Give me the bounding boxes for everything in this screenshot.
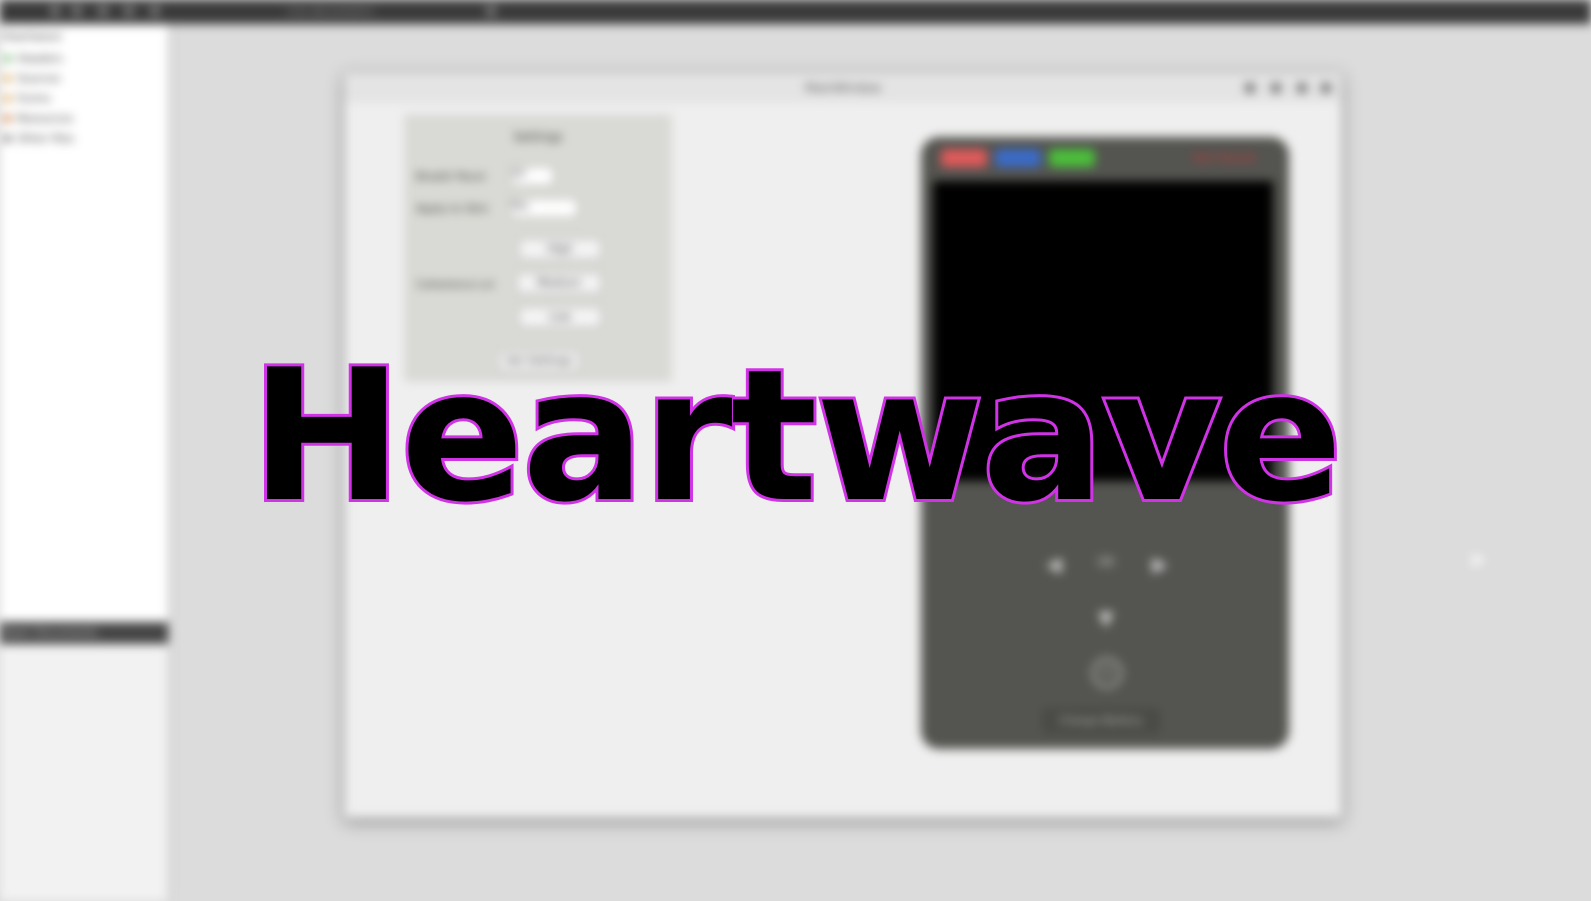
project-item-label: Forms <box>17 92 51 105</box>
toolbar-forward-icon[interactable] <box>72 6 82 16</box>
breath-pacer-spinbox[interactable]: 10 <box>510 166 554 186</box>
settings-title: Settings <box>513 130 563 144</box>
apply-combobox[interactable]: Yes <box>510 198 578 218</box>
coherence-low-button[interactable]: Low <box>518 306 602 328</box>
current-document-label: <no document> <box>285 5 377 18</box>
project-tree-pane: Heartwave Headers Sources Forms Resource… <box>0 24 168 624</box>
project-item-other-files[interactable]: Other files <box>4 132 74 146</box>
toolbar-back-icon[interactable] <box>50 6 60 16</box>
charge-battery-button[interactable]: Charge Battery <box>1043 709 1159 733</box>
folder-icon <box>4 75 11 82</box>
folder-icon <box>4 55 11 62</box>
window-title: MainWindow <box>805 81 881 95</box>
project-item-label: Headers <box>17 52 63 65</box>
coherence-label: Coherence Lvl <box>416 278 495 291</box>
window-maximize-icon[interactable] <box>1297 83 1307 93</box>
mouse-cursor-icon: ➤ <box>1468 548 1487 573</box>
pairing-status: Not Paired <box>1193 151 1255 165</box>
open-documents-header: Open Documents <box>0 622 170 644</box>
power-icon[interactable]: ⏻ <box>1092 658 1122 688</box>
open-documents-label: Open Documents <box>2 626 98 639</box>
ok-button[interactable]: OK <box>1093 555 1119 575</box>
project-item-forms[interactable]: Forms <box>4 92 50 106</box>
coherence-medium-button[interactable]: Medium <box>516 272 602 294</box>
green-button[interactable] <box>1049 149 1095 167</box>
project-item-label: Other files <box>17 132 75 145</box>
toolbar-lock-icon[interactable] <box>124 6 134 16</box>
down-arrow-icon[interactable]: ▼ <box>1093 605 1119 631</box>
project-item-resources[interactable]: Resources <box>4 112 73 126</box>
left-arrow-icon[interactable]: ◀ <box>1041 551 1067 577</box>
project-item-sources[interactable]: Sources <box>4 72 61 86</box>
right-arrow-icon[interactable]: ▶ <box>1147 551 1173 577</box>
window-close-icon[interactable] <box>1321 83 1331 93</box>
coherence-high-button[interactable]: High <box>518 238 602 260</box>
apply-label: Apply to Skin <box>416 202 489 215</box>
folder-icon <box>4 95 11 102</box>
project-item-label: Resources <box>17 112 74 125</box>
heartwave-title-overlay: Heartwave <box>247 330 1345 542</box>
toolbar-close-icon[interactable] <box>486 6 496 16</box>
window-titlebar[interactable]: MainWindow <box>345 73 1341 103</box>
project-item-label: Sources <box>17 72 61 85</box>
red-button[interactable] <box>941 149 987 167</box>
breath-pacer-label: Breath Pacer <box>416 170 487 183</box>
folder-icon <box>4 135 11 142</box>
toolbar-split-icon[interactable] <box>150 6 160 16</box>
ide-toolbar: <no document> <box>0 0 1591 24</box>
window-help-icon[interactable] <box>1245 83 1255 93</box>
project-item-headers[interactable]: Headers <box>4 52 63 66</box>
blue-button[interactable] <box>995 149 1041 167</box>
window-minimize-icon[interactable] <box>1271 83 1281 93</box>
project-root[interactable]: Heartwave <box>2 30 62 43</box>
toolbar-file-icon[interactable] <box>98 6 108 16</box>
open-documents-pane <box>0 644 168 901</box>
folder-icon <box>4 115 11 122</box>
